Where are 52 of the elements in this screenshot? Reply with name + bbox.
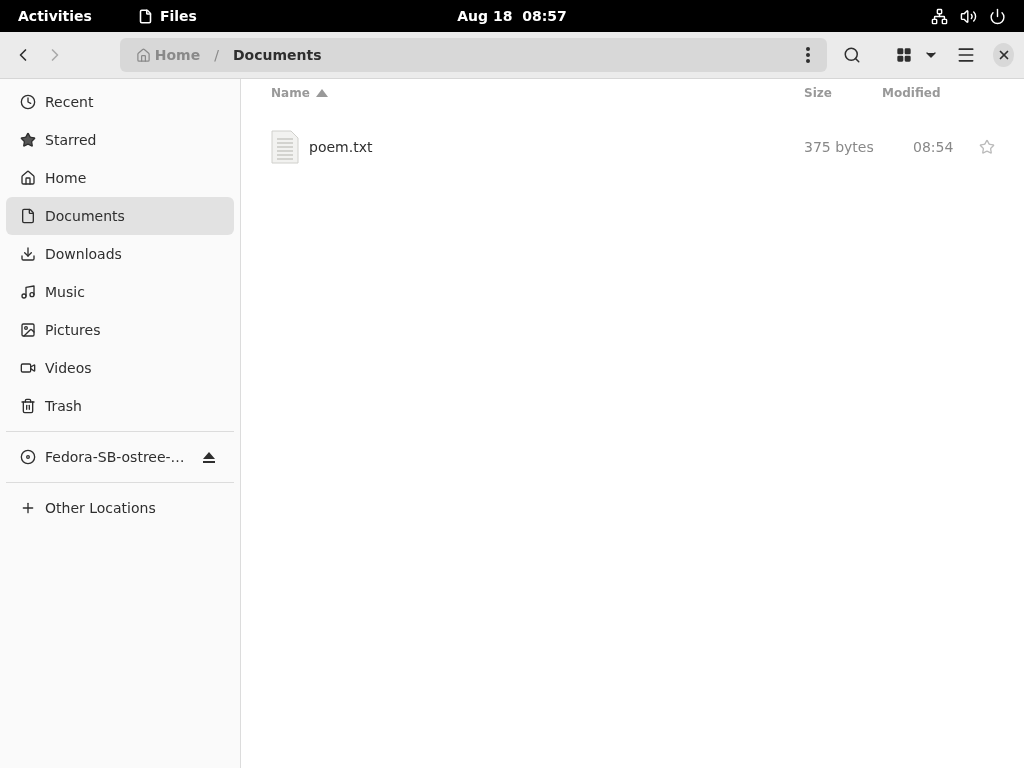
volume-icon[interactable] [960, 7, 977, 25]
sidebar-item[interactable]: Fedora-SB-ostree-… [6, 438, 234, 476]
picture-icon [20, 322, 36, 338]
sidebar-item[interactable]: Recent [6, 83, 234, 121]
clock-icon [20, 94, 36, 110]
home-icon [135, 47, 151, 63]
path-crumb[interactable]: Documents [228, 47, 326, 63]
sidebar-item-label: Recent [45, 94, 95, 110]
text-file-icon [271, 130, 299, 164]
sidebar-item-label: Downloads [45, 246, 123, 262]
home-icon [20, 170, 36, 186]
file-modified: 08:54 [913, 139, 955, 155]
star-icon [979, 139, 995, 155]
sidebar-item[interactable]: Downloads [6, 235, 234, 273]
sidebar-item[interactable]: Home [6, 159, 234, 197]
sidebar-item[interactable]: Pictures [6, 311, 234, 349]
sidebar-item[interactable]: Trash [6, 387, 234, 425]
sidebar-item-label: Other Locations [45, 500, 157, 516]
sidebar-item[interactable]: Documents [6, 197, 234, 235]
sidebar-item-label: Starred [45, 132, 98, 148]
sidebar-item[interactable]: Starred [6, 121, 234, 159]
sidebar-item[interactable]: Music [6, 273, 234, 311]
download-icon [20, 246, 36, 262]
file-name: poem.txt [309, 139, 374, 155]
star-icon [20, 132, 36, 148]
video-icon [20, 360, 36, 376]
sidebar-item-label: Music [45, 284, 86, 300]
clock[interactable]: Aug 18 08:57 [457, 8, 567, 24]
eject-icon [202, 450, 216, 464]
grid-icon [896, 47, 913, 63]
sidebar-item-label: Home [45, 170, 88, 186]
document-icon [20, 208, 36, 224]
sidebar-item-label: Fedora-SB-ostree-… [45, 449, 186, 465]
app-menu[interactable]: Files [159, 8, 197, 24]
disc-icon [20, 449, 36, 465]
sidebar-item-label: Pictures [45, 322, 102, 338]
network-icon[interactable] [931, 7, 948, 25]
sidebar-item[interactable]: Other Locations [6, 489, 234, 527]
power-icon[interactable] [989, 7, 1006, 25]
sidebar-item[interactable]: Videos [6, 349, 234, 387]
close-button[interactable] [993, 43, 1014, 67]
plus-icon [20, 500, 36, 516]
sidebar-item-label: Videos [45, 360, 93, 376]
trash-icon [20, 398, 36, 414]
activities-button[interactable]: Activities [18, 8, 92, 24]
file-size: 375 bytes [804, 139, 875, 155]
music-icon [20, 284, 36, 300]
sidebar-item-label: Trash [45, 398, 83, 414]
sidebar-item-label: Documents [45, 208, 126, 224]
more-options-icon [805, 47, 810, 63]
path-separator: / [214, 47, 219, 63]
search-icon [842, 46, 861, 64]
